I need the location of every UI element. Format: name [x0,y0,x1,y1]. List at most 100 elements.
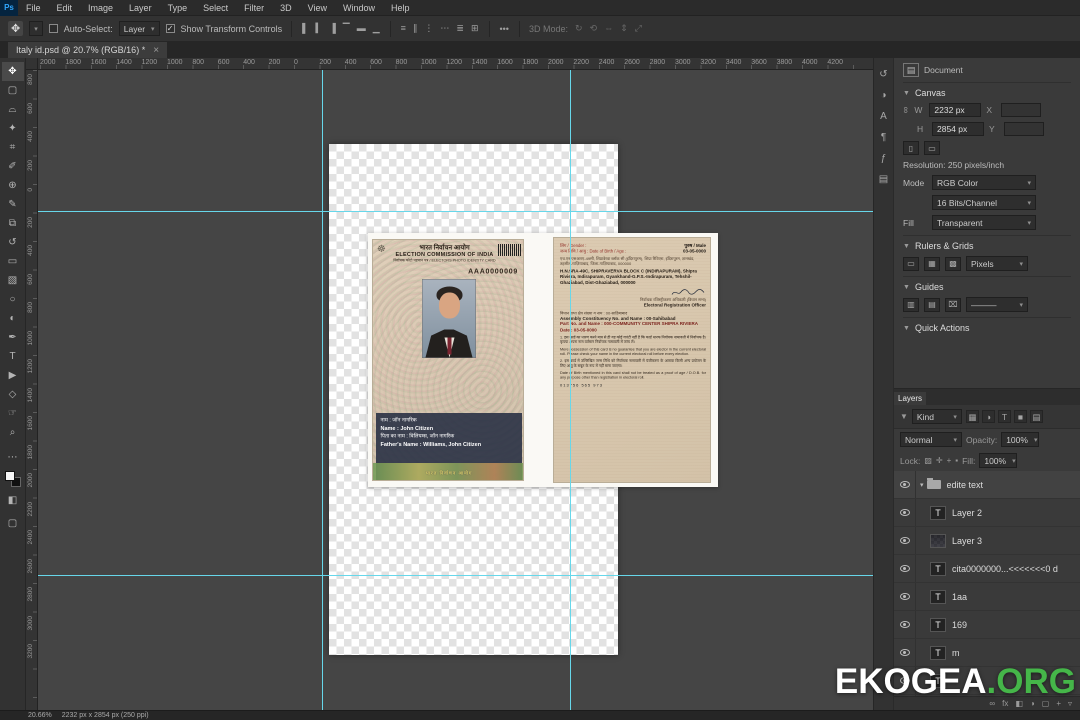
history-panel-icon[interactable]: ↺ [879,69,887,80]
distribute-center-icon[interactable]: ⋯ [439,23,450,34]
blur-tool[interactable]: ○ [2,290,24,309]
horizontal-guide[interactable] [26,575,873,576]
align-bottom-edges-icon[interactable]: ▁ [372,23,381,34]
zoom-level[interactable]: 20.66% [28,712,52,719]
dodge-tool[interactable]: ◐ [2,309,24,328]
layer-row[interactable]: T 169 [894,611,1080,639]
quick-actions-section-header[interactable]: ▼ Quick Actions [903,317,1071,333]
zoom-tool[interactable]: ⌕ [2,423,24,442]
eyedropper-tool[interactable]: ✐ [2,157,24,176]
link-dimensions-icon[interactable]: ∞ [901,107,911,113]
align-right-edges-icon[interactable]: ▐ [328,23,336,34]
3d-scale-icon[interactable]: ⤢ [634,23,643,34]
horizontal-ruler[interactable]: 2000 1800 1600 1400 1200 1000 800 600 400 200 0 200… [26,58,873,70]
pen-tool[interactable]: ✒ [2,328,24,347]
distribute-spacing-icon[interactable]: ⊞ [470,23,480,34]
bit-depth-dropdown[interactable]: 16 Bits/Channel ▾ [932,195,1036,210]
path-select-tool[interactable]: ▶ [2,366,24,385]
visibility-toggle[interactable] [894,471,916,498]
healing-brush-tool[interactable]: ⊕ [2,176,24,195]
adjustments-panel-icon[interactable]: ◑ [880,90,886,101]
filter-type-layers-icon[interactable]: T [997,410,1011,423]
close-icon[interactable]: × [153,45,159,56]
show-transform-checkbox[interactable]: ✓ [165,24,175,33]
orientation-portrait-icon[interactable]: ▯ [903,141,919,155]
vertical-ruler[interactable]: 800 600 400 200 0 200 400 600 800 1000 1200 1400 160… [26,70,38,710]
menu-item-filter[interactable]: Filter [236,0,272,16]
libraries-panel-icon[interactable]: ▤ [879,174,888,185]
units-dropdown[interactable]: Pixels ▾ [966,256,1028,271]
lock-guides-icon[interactable]: ▤ [924,297,940,312]
clone-stamp-tool[interactable]: ⧉ [2,214,24,233]
layer-row[interactable]: Layer 3 [894,527,1080,555]
toggle-rulers-icon[interactable]: ▭ [903,256,919,271]
auto-select-dropdown[interactable]: Layer ▾ [118,21,160,36]
eraser-tool[interactable]: ▭ [2,252,24,271]
new-guide-layout-icon[interactable]: ▥ [903,297,919,312]
lock-pixels-icon[interactable]: ✛ [936,456,943,465]
lock-transparency-icon[interactable]: ▨ [924,456,932,465]
filter-smart-objects-icon[interactable]: ▤ [1029,410,1043,423]
align-top-edges-icon[interactable]: ▔ [342,23,351,34]
vertical-guide[interactable] [322,70,323,710]
menu-item-edit[interactable]: Edit [49,0,81,16]
visibility-toggle[interactable] [894,555,916,582]
menu-item-select[interactable]: Select [195,0,236,16]
screen-mode-icon[interactable]: ▢ [2,514,24,533]
history-brush-tool[interactable]: ↺ [2,233,24,252]
type-tool[interactable]: T [2,347,24,366]
tab-layers[interactable]: Layers [894,392,927,405]
3d-slide-icon[interactable]: ⇕ [619,23,629,34]
paragraph-panel-icon[interactable]: ¶ [881,132,886,143]
3d-drag-icon[interactable]: ⇔ [603,23,614,34]
distribute-right-icon[interactable]: ≣ [455,23,465,34]
guides-section-header[interactable]: ▼ Guides [903,276,1071,292]
menu-item-layer[interactable]: Layer [121,0,160,16]
layer-row[interactable]: ▾ edite text [894,471,1080,499]
fill-dropdown[interactable]: Transparent ▾ [932,215,1036,230]
align-left-edges-icon[interactable]: ▌ [301,23,309,34]
magic-wand-tool[interactable]: ✦ [2,119,24,138]
hand-tool[interactable]: ☞ [2,404,24,423]
clear-guides-icon[interactable]: ⌧ [945,297,961,312]
layer-row[interactable]: T Layer 2 [894,499,1080,527]
foreground-background-colors[interactable] [4,471,21,487]
tool-preset-chevron-icon[interactable]: ▾ [29,21,43,36]
menu-item-image[interactable]: Image [80,0,121,16]
character-panel-icon[interactable]: A [880,111,887,122]
y-field[interactable] [1004,122,1044,136]
menu-item-window[interactable]: Window [335,0,383,16]
canvas-section-header[interactable]: ▼ Canvas [903,82,1071,98]
more-tools-icon[interactable]: ⋯ [2,448,24,467]
auto-select-checkbox[interactable] [48,24,58,33]
menu-item-type[interactable]: Type [160,0,196,16]
horizontal-guide[interactable] [26,211,873,212]
visibility-toggle[interactable] [894,527,916,554]
lock-all-icon[interactable]: ▪ [955,456,958,465]
align-horizontal-centers-icon[interactable]: ▍ [314,23,323,34]
foreground-color[interactable] [4,471,15,481]
lasso-tool[interactable]: ⌓ [2,100,24,119]
chevron-down-icon[interactable]: ▾ [920,481,924,489]
more-options-icon[interactable]: ••• [499,24,510,34]
visibility-toggle[interactable] [894,583,916,610]
document-info[interactable]: 2232 px x 2854 px (250 ppi) [62,712,149,719]
crop-tool[interactable]: ⌗ [2,138,24,157]
menu-item-3d[interactable]: 3D [272,0,300,16]
document-tab[interactable]: Italy id.psd @ 20.7% (RGB/16) * × [8,42,168,58]
snap-icon[interactable]: ▩ [945,256,961,271]
gradient-tool[interactable]: ▧ [2,271,24,290]
3d-rotate-icon[interactable]: ↻ [574,23,584,34]
id-scan-image[interactable]: ☸ भारत निर्वाचन आयोग ELECTION COMMISSION… [368,233,718,487]
opacity-dropdown[interactable]: 100% ▾ [1001,432,1040,447]
distribute-horizontal-icon[interactable]: ∥ [412,23,419,34]
lock-position-icon[interactable]: + [947,456,952,465]
brush-tool[interactable]: ✎ [2,195,24,214]
filter-shape-layers-icon[interactable]: ■ [1013,410,1027,423]
menu-item-view[interactable]: View [300,0,335,16]
layer-row[interactable]: T 1aa [894,583,1080,611]
align-vertical-centers-icon[interactable]: ▬ [356,23,367,34]
visibility-toggle[interactable] [894,499,916,526]
menu-item-help[interactable]: Help [383,0,418,16]
blend-mode-dropdown[interactable]: Normal ▾ [900,432,962,447]
